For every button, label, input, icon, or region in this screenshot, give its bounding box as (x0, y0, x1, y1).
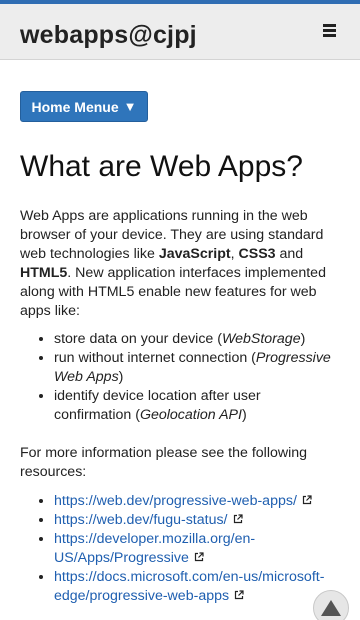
list-item: https://docs.microsoft.com/en-us/microso… (54, 568, 336, 606)
resource-link[interactable]: https://docs.microsoft.com/en-us/microso… (54, 569, 324, 604)
features-list: store data on your device (WebStorage) r… (38, 330, 336, 425)
html5-term: HTML5 (20, 265, 68, 281)
list-item: run without internet connection (Progres… (54, 349, 336, 387)
external-link-icon (194, 552, 204, 562)
intro-paragraph: Web Apps are applications running in the… (20, 208, 326, 319)
resources-list: https://web.dev/progressive-web-apps/ ht… (38, 492, 336, 606)
list-item: store data on your device (WebStorage) (54, 330, 336, 349)
resource-link[interactable]: https://web.dev/fugu-status/ (54, 512, 228, 528)
caret-down-icon: ▼ (123, 99, 137, 114)
list-item: identify device location after user conf… (54, 387, 336, 425)
external-link-icon (234, 590, 244, 600)
list-item: https://web.dev/progressive-web-apps/ (54, 492, 336, 511)
list-item: https://developer.mozilla.org/en-US/Apps… (54, 530, 336, 568)
resource-link[interactable]: https://web.dev/progressive-web-apps/ (54, 493, 297, 509)
external-link-icon (302, 495, 312, 505)
main-content: Web Apps are applications running in the… (20, 207, 336, 620)
list-item: https://web.dev/fugu-status/ (54, 511, 336, 530)
home-menu-button[interactable]: Home Menue ▼ (20, 91, 148, 122)
javascript-term: JavaScript (158, 246, 231, 262)
site-header: webapps@cjpj (0, 4, 360, 60)
resource-link[interactable]: https://developer.mozilla.org/en-US/Apps… (54, 531, 255, 566)
page-heading: What are Web Apps? (20, 150, 303, 183)
hamburger-icon[interactable] (323, 24, 336, 37)
site-title[interactable]: webapps@cjpj (20, 21, 197, 50)
resources-paragraph: For more information please see the foll… (20, 445, 308, 480)
arrow-up-icon (321, 600, 341, 616)
home-menu-label: Home Menue (31, 98, 119, 115)
scroll-to-top-button[interactable] (313, 590, 349, 620)
external-link-icon (233, 514, 243, 524)
css3-term: CSS3 (238, 246, 276, 262)
